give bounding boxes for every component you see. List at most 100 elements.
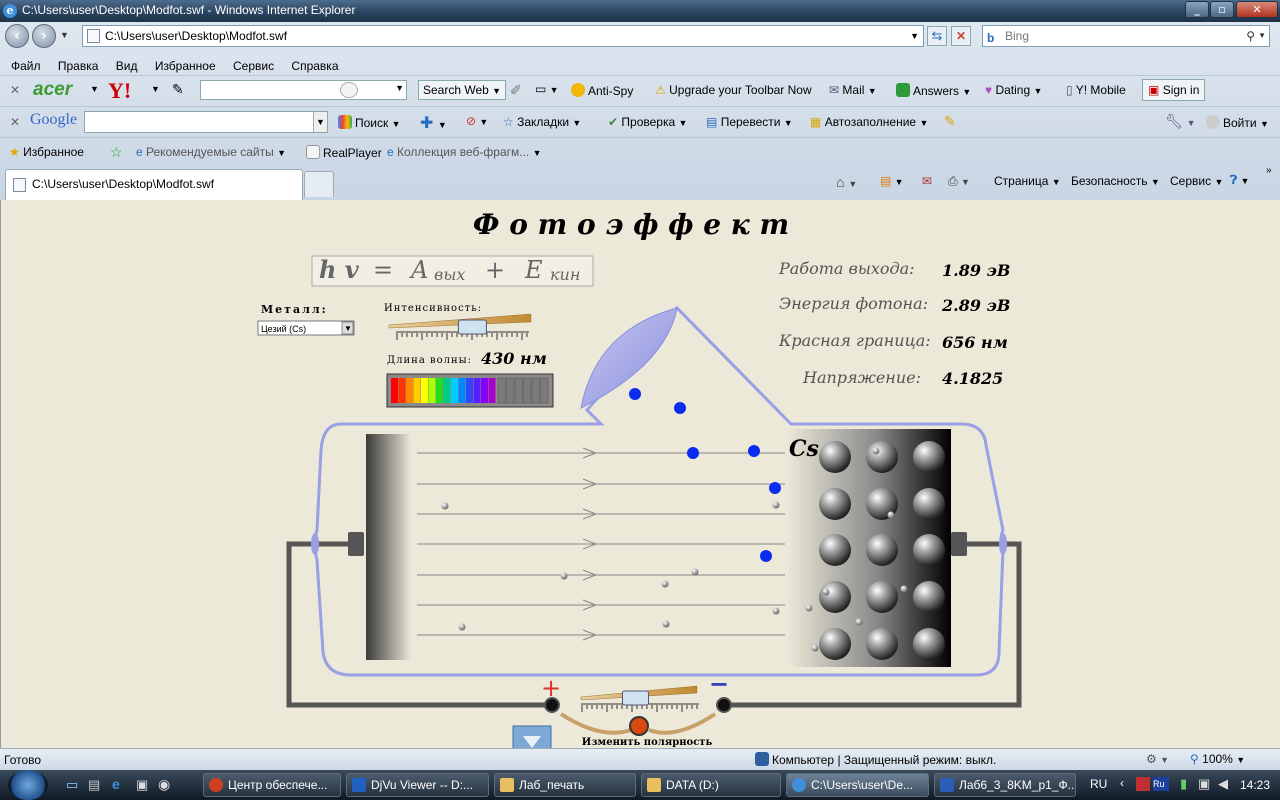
search-dropdown-icon[interactable]: ▼ <box>1258 26 1266 46</box>
menu-favorites[interactable]: Избранное <box>155 59 216 73</box>
voltage-slider-thumb[interactable] <box>622 690 649 706</box>
read-mail-icon[interactable]: ✉ <box>922 174 932 188</box>
close-toolbar-icon[interactable]: ✕ <box>10 83 20 97</box>
web-slice-gallery-link[interactable]: e Коллекция веб-фрагм... ▼ <box>387 145 542 159</box>
task-djvu-viewer[interactable]: DjVu Viewer -- D:... <box>346 773 489 797</box>
menu-view[interactable]: Вид <box>116 59 138 73</box>
search-icon[interactable]: ⚲ <box>1246 26 1255 46</box>
spectrum-colors[interactable] <box>391 377 549 404</box>
tray-antivirus-icon[interactable] <box>1136 777 1150 791</box>
wrench-icon[interactable]: 🔧︎ ▼ <box>1165 113 1196 130</box>
address-dropdown-icon[interactable]: ▼ <box>910 26 919 46</box>
highlighter-icon[interactable]: ✐ <box>510 82 522 99</box>
tray-expand-icon[interactable]: ‹ <box>1120 776 1124 790</box>
show-desktop-icon[interactable]: ▭ <box>66 777 78 793</box>
popup-blocker-icon[interactable]: ⊘ ▼ <box>466 114 488 128</box>
quicklaunch-media-icon[interactable]: ◉ <box>158 776 170 793</box>
menu-edit[interactable]: Правка <box>58 59 99 73</box>
dating-button[interactable]: ♥ Dating ▼ <box>985 83 1042 97</box>
new-tab-button[interactable] <box>304 171 334 197</box>
yahoo-mobile-button[interactable]: ▯ Y! Mobile <box>1066 83 1126 97</box>
search-web-button[interactable]: Search Web ▼ <box>418 80 507 100</box>
home-icon[interactable]: ⌂ ▼ <box>836 174 857 190</box>
address-bar[interactable]: C:\Users\user\Desktop\Modfot.swf ▼ <box>82 25 924 47</box>
menu-file[interactable]: Файл <box>11 59 41 73</box>
add-favorite-icon[interactable]: ☆ <box>110 144 123 161</box>
task-lab-print[interactable]: Лаб_печать <box>494 773 636 797</box>
anti-spy-button[interactable]: Anti-Spy <box>571 83 633 98</box>
quicklaunch-app-icon[interactable]: ▣ <box>136 777 148 793</box>
mail-button[interactable]: ✉ Mail ▼ <box>829 83 877 97</box>
acer-dropdown-icon[interactable]: ▼ <box>90 84 99 94</box>
bookmarks-button[interactable]: ☆ Закладки ▼ <box>503 115 581 129</box>
answers-button[interactable]: Answers ▼ <box>896 83 971 98</box>
minimize-button[interactable]: _ <box>1185 1 1209 18</box>
stop-icon[interactable]: ✕ <box>951 26 971 46</box>
upgrade-toolbar-link[interactable]: ⚠ Upgrade your Toolbar Now <box>655 83 812 97</box>
voltage-slider[interactable] <box>580 685 699 712</box>
yahoo-search-input[interactable]: ▼ <box>200 80 407 100</box>
close-google-toolbar-icon[interactable]: ✕ <box>10 115 20 129</box>
quicklaunch-ie-icon[interactable]: e <box>112 776 120 792</box>
feeds-icon[interactable]: ▤ ▼ <box>880 174 904 188</box>
close-window-button[interactable]: ✕ <box>1236 1 1278 18</box>
window-icon[interactable]: ▭ ▼ <box>535 82 559 96</box>
start-button[interactable] <box>8 770 48 800</box>
google-login-button[interactable]: Войти ▼ <box>1206 115 1269 130</box>
task-ie-modfot[interactable]: C:\Users\user\De... <box>786 773 929 797</box>
anode-connector <box>348 532 364 556</box>
favorites-button[interactable]: ★ Избранное <box>9 145 84 159</box>
menu-help[interactable]: Справка <box>291 59 338 73</box>
chevron-more-icon[interactable]: » <box>1266 165 1272 176</box>
realplayer-link[interactable]: RealPlayer <box>306 145 382 160</box>
yahoo-search-dropdown-icon[interactable]: ▼ <box>395 83 404 93</box>
tray-keyboard-icon[interactable]: Ru <box>1153 777 1169 791</box>
search-box[interactable]: b Bing ⚲ ▼ <box>982 25 1270 47</box>
page-menu[interactable]: Страница ▼ <box>994 174 1061 188</box>
protected-mode-icon[interactable]: ⚙ ▼ <box>1146 752 1169 766</box>
electron <box>887 511 895 519</box>
intensity-slider[interactable] <box>388 313 532 340</box>
suggested-sites-link[interactable]: e Рекомендуемые сайты ▼ <box>136 145 286 159</box>
clock[interactable]: 14:23 <box>1240 778 1270 792</box>
language-indicator[interactable]: RU <box>1090 777 1107 791</box>
refresh-icon[interactable]: ⇆ <box>927 26 947 46</box>
safety-menu[interactable]: Безопасность ▼ <box>1071 174 1160 188</box>
metal-select[interactable]: Цезий (Cs) ▼ <box>257 320 355 336</box>
maximize-button[interactable]: ▫ <box>1210 1 1234 18</box>
sign-in-button[interactable]: ▣ Sign in <box>1142 79 1206 101</box>
tray-device-icon[interactable]: ▣ <box>1198 776 1210 792</box>
task-security-center[interactable]: Центр обеспече... <box>203 773 341 797</box>
google-search-input[interactable]: ▼ <box>84 111 328 133</box>
add-icon[interactable]: ✚ ▼ <box>420 113 447 133</box>
work-function-label: Работа выхода: <box>778 259 915 278</box>
task-data-drive[interactable]: DATA (D:) <box>641 773 781 797</box>
spectrum-swatch <box>451 378 458 403</box>
tray-network-icon[interactable]: ▮ <box>1180 776 1187 792</box>
switch-windows-icon[interactable]: ▤ <box>88 777 100 793</box>
zoom-control[interactable]: ⚲ 100% ▼ <box>1190 752 1245 766</box>
tab-current[interactable]: C:\Users\user\Desktop\Modfot.swf <box>5 169 303 200</box>
recent-pages-icon[interactable]: ▼ <box>60 30 69 40</box>
polarity-button[interactable] <box>629 716 649 736</box>
tools-menu[interactable]: Сервис ▼ <box>1170 174 1223 188</box>
highlight-icon[interactable]: ✎ <box>944 113 956 130</box>
back-button[interactable]: ‹ <box>5 24 29 48</box>
spellcheck-button[interactable]: ✔ Проверка ▼ <box>608 115 687 129</box>
google-dropdown-icon[interactable]: ▼ <box>313 112 327 132</box>
windows-taskbar: ▭ ▤ e ▣ ◉ Центр обеспече... DjVu Viewer … <box>0 770 1280 800</box>
print-icon[interactable]: ⎙ ▼ <box>948 174 970 189</box>
intensity-slider-thumb[interactable] <box>457 319 487 335</box>
menu-tools[interactable]: Сервис <box>233 59 274 73</box>
polarity-label[interactable]: Изменить полярность <box>582 737 713 748</box>
task-word-lab6[interactable]: Лаб6_3_8KM_p1_Ф... <box>934 773 1076 797</box>
help-icon[interactable]: ❓︎ ▼ <box>1230 173 1249 188</box>
pencil-icon[interactable]: ✎ <box>172 81 184 98</box>
yahoo-dropdown-icon[interactable]: ▼ <box>151 84 160 94</box>
google-search-button[interactable]: Поиск ▼ <box>338 115 401 130</box>
translate-button[interactable]: ▤ Перевести ▼ <box>706 115 793 129</box>
forward-button[interactable]: › <box>32 24 56 48</box>
tray-volume-icon[interactable]: ◀︎ <box>1218 776 1228 792</box>
spectrum-swatch <box>473 378 481 403</box>
autofill-button[interactable]: ▦ Автозаполнение ▼ <box>810 115 928 129</box>
